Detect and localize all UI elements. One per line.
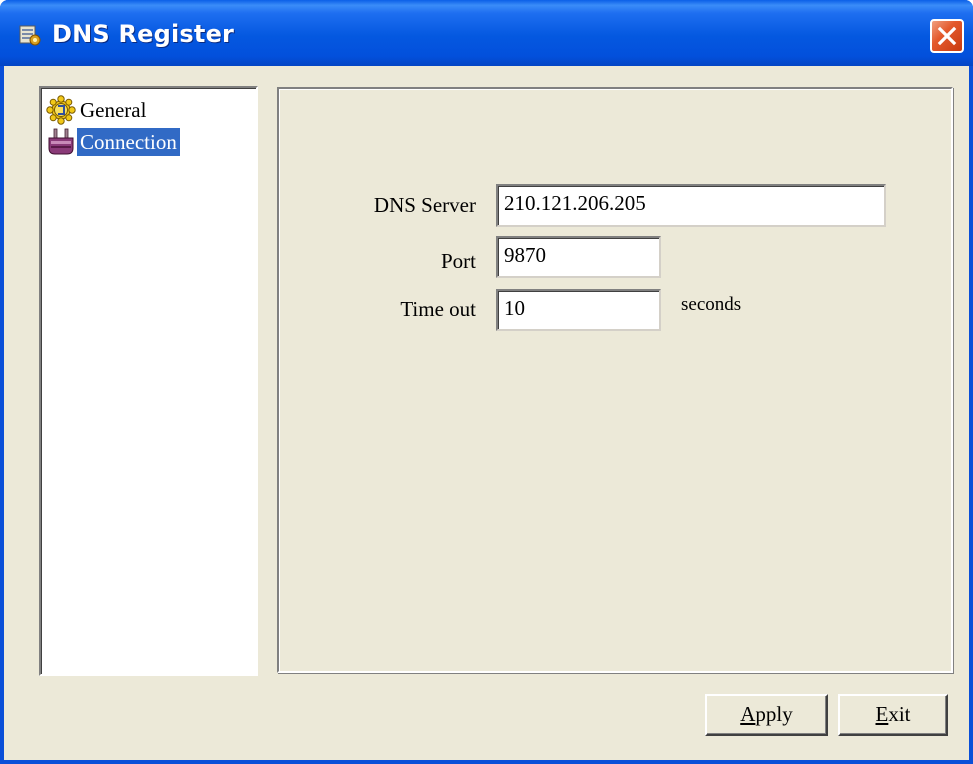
title-bar[interactable]: DNS Register [0, 0, 973, 66]
timeout-input[interactable]: 10 [496, 289, 661, 331]
settings-tree[interactable]: General Connection [39, 86, 258, 676]
apply-button[interactable]: Apply [705, 694, 828, 736]
exit-mnemonic: E [875, 702, 889, 726]
connection-settings-panel: DNS Server 210.121.206.205 Port 9870 Tim… [277, 87, 953, 673]
window-title: DNS Register [52, 20, 235, 48]
exit-label-rest: xit [888, 702, 911, 726]
close-button[interactable] [930, 19, 964, 53]
general-gear-icon [46, 95, 76, 125]
tree-item-label: Connection [77, 128, 180, 156]
tree-item-general[interactable]: General [45, 94, 149, 126]
port-label: Port [440, 249, 476, 273]
close-icon [937, 26, 957, 46]
apply-mnemonic: A [740, 702, 756, 726]
timeout-unit-label: seconds [681, 294, 742, 315]
timeout-label: Time out [400, 297, 476, 321]
port-input[interactable]: 9870 [496, 236, 661, 278]
tree-item-connection[interactable]: Connection [45, 126, 180, 158]
tree-item-label: General [80, 98, 147, 122]
dns-server-label: DNS Server [373, 193, 476, 217]
dns-register-app-icon [19, 25, 41, 46]
apply-label-rest: pply [755, 702, 793, 726]
connection-plug-icon [48, 128, 74, 155]
exit-button[interactable]: Exit [838, 694, 948, 736]
dns-register-window: DNS Register General Connection DNS Serv… [0, 0, 973, 764]
dns-server-input[interactable]: 210.121.206.205 [496, 184, 886, 227]
